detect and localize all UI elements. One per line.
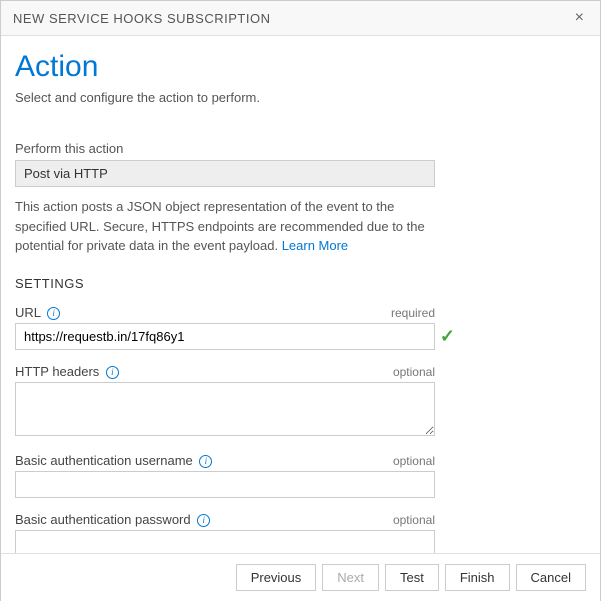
- username-tag: optional: [393, 454, 435, 468]
- password-input[interactable]: [15, 530, 435, 553]
- url-tag: required: [391, 306, 435, 320]
- url-row: URL i required ✓: [15, 305, 435, 350]
- page-title: Action: [15, 50, 576, 84]
- headers-row: HTTP headers i optional: [15, 364, 435, 439]
- info-icon[interactable]: i: [197, 514, 210, 527]
- dialog-footer: Previous Next Test Finish Cancel: [1, 553, 600, 601]
- previous-button[interactable]: Previous: [236, 564, 317, 591]
- settings-heading: SETTINGS: [15, 276, 576, 291]
- check-icon: ✓: [440, 326, 455, 347]
- test-button[interactable]: Test: [385, 564, 439, 591]
- password-tag: optional: [393, 513, 435, 527]
- info-icon[interactable]: i: [106, 366, 119, 379]
- dialog-title: NEW SERVICE HOOKS SUBSCRIPTION: [13, 11, 270, 26]
- url-label: URL: [15, 305, 41, 320]
- headers-tag: optional: [393, 365, 435, 379]
- action-select[interactable]: Post via HTTP: [15, 160, 435, 187]
- next-button: Next: [322, 564, 379, 591]
- username-label: Basic authentication username: [15, 453, 193, 468]
- headers-label: HTTP headers: [15, 364, 99, 379]
- info-icon[interactable]: i: [47, 307, 60, 320]
- action-description-text: This action posts a JSON object represen…: [15, 199, 425, 253]
- info-icon[interactable]: i: [199, 455, 212, 468]
- action-label: Perform this action: [15, 141, 576, 156]
- username-row: Basic authentication username i optional: [15, 453, 435, 498]
- dialog-content: Action Select and configure the action t…: [1, 36, 600, 553]
- close-icon[interactable]: ×: [571, 9, 588, 27]
- cancel-button[interactable]: Cancel: [516, 564, 586, 591]
- page-subtitle: Select and configure the action to perfo…: [15, 90, 576, 105]
- learn-more-link[interactable]: Learn More: [282, 238, 348, 253]
- headers-input[interactable]: [15, 382, 435, 436]
- action-description: This action posts a JSON object represen…: [15, 197, 435, 256]
- password-label: Basic authentication password: [15, 512, 191, 527]
- dialog-header: NEW SERVICE HOOKS SUBSCRIPTION ×: [1, 1, 600, 36]
- username-input[interactable]: [15, 471, 435, 498]
- url-input[interactable]: [15, 323, 435, 350]
- password-row: Basic authentication password i optional: [15, 512, 435, 553]
- finish-button[interactable]: Finish: [445, 564, 510, 591]
